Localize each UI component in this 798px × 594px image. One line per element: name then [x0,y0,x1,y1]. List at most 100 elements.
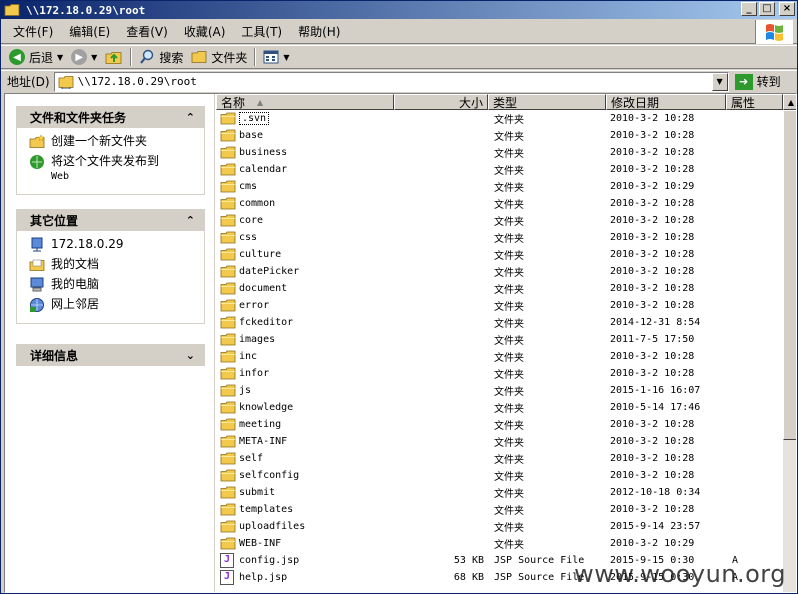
network-folder-icon [58,75,74,89]
place-my-documents[interactable]: 我的文档 [29,257,204,273]
file-row[interactable]: submit 文件夹 2012-10-18 0:34 [216,484,783,501]
chevron-down-icon[interactable]: ▼ [57,53,63,62]
vertical-scrollbar[interactable]: ▲ [783,94,796,592]
place-my-computer[interactable]: 我的电脑 [29,277,204,293]
column-size[interactable]: 大小 [394,94,488,110]
file-row[interactable]: META-INF 文件夹 2010-3-2 10:28 [216,433,783,450]
file-row[interactable]: error 文件夹 2010-3-2 10:28 [216,297,783,314]
file-row[interactable]: WEB-INF 文件夹 2010-3-2 10:29 [216,535,783,552]
task-new-folder[interactable]: 创建一个新文件夹 [29,134,204,150]
file-name: templates [239,504,294,515]
place-network-places[interactable]: 网上邻居 [29,297,204,313]
file-name-cell: config.jsp [216,553,394,568]
file-type: 文件夹 [494,132,524,143]
collapse-icon[interactable]: ⌃ [186,111,195,124]
chevron-down-icon: ▼ [283,52,290,62]
column-header: 名称 ▲ 大小 类型 修改日期 属性 [216,94,783,110]
file-name: uploadfiles [239,521,306,532]
address-dropdown-button[interactable]: ▼ [711,72,728,91]
file-row[interactable]: cms 文件夹 2010-3-2 10:29 [216,178,783,195]
file-name: .svn [239,112,270,125]
file-row[interactable]: .svn 文件夹 2010-3-2 10:28 [216,110,783,127]
file-type: 文件夹 [494,285,524,296]
file-row[interactable]: calendar 文件夹 2010-3-2 10:28 [216,161,783,178]
file-row[interactable]: meeting 文件夹 2010-3-2 10:28 [216,416,783,433]
menu-edit[interactable]: 编辑(E) [61,23,118,40]
file-name: fckeditor [239,317,294,328]
file-name-cell: self [216,452,394,465]
menu-favorites[interactable]: 收藏(A) [176,23,234,40]
column-size-label: 大小 [458,95,483,110]
file-folder-tasks-header[interactable]: 文件和文件夹任务 ⌃ [16,106,205,128]
folders-button[interactable]: 文件夹 [187,46,251,68]
collapse-icon[interactable]: ⌃ [186,214,195,227]
task-publish-web[interactable]: 将这个文件夹发布到 Web [29,154,204,184]
file-row[interactable]: uploadfiles 文件夹 2015-9-14 23:57 [216,518,783,535]
place-network-share[interactable]: 172.18.0.29 [29,237,204,253]
file-row[interactable]: datePicker 文件夹 2010-3-2 10:28 [216,263,783,280]
file-row[interactable]: common 文件夹 2010-3-2 10:28 [216,195,783,212]
file-row[interactable]: templates 文件夹 2010-3-2 10:28 [216,501,783,518]
file-row[interactable]: selfconfig 文件夹 2010-3-2 10:28 [216,467,783,484]
folders-label: 文件夹 [211,50,248,65]
menu-bar: 文件(F) 编辑(E) 查看(V) 收藏(A) 工具(T) 帮助(H) [1,20,797,44]
close-button[interactable]: × [779,2,795,16]
column-type[interactable]: 类型 [488,94,606,110]
other-places-header[interactable]: 其它位置 ⌃ [16,209,205,231]
title-bar[interactable]: \\172.18.0.29\root _ □ × [1,1,797,19]
new-folder-icon [29,134,45,148]
file-row[interactable]: fckeditor 文件夹 2014-12-31 8:54 [216,314,783,331]
file-row[interactable]: self 文件夹 2010-3-2 10:28 [216,450,783,467]
network-places-icon [30,298,44,312]
file-row[interactable]: images 文件夹 2011-7-5 17:50 [216,331,783,348]
address-input[interactable]: \\172.18.0.29\root ▼ [53,71,729,92]
file-row[interactable]: inc 文件夹 2010-3-2 10:28 [216,348,783,365]
toolbar-separator [254,48,257,66]
file-row[interactable]: culture 文件夹 2010-3-2 10:28 [216,246,783,263]
scroll-up-button[interactable]: ▲ [783,94,796,110]
back-button[interactable]: ◀ 后退 ▼ [5,46,67,68]
folder-icon [220,384,236,397]
file-type: 文件夹 [494,200,524,211]
file-row[interactable]: core 文件夹 2010-3-2 10:28 [216,212,783,229]
folder-icon [220,520,236,533]
file-type: 文件夹 [494,217,524,228]
address-label: 地址(D) [7,75,50,89]
chevron-down-icon[interactable]: ▼ [91,53,97,62]
details-header[interactable]: 详细信息 ⌄ [16,344,205,366]
search-button[interactable]: 搜索 [135,46,187,68]
file-row[interactable]: business 文件夹 2010-3-2 10:28 [216,144,783,161]
file-row[interactable]: base 文件夹 2010-3-2 10:28 [216,127,783,144]
menu-tools[interactable]: 工具(T) [233,23,290,40]
chevron-up-icon: ▲ [787,97,795,107]
file-modified: 2010-3-2 10:28 [610,453,695,464]
maximize-button[interactable]: □ [759,2,775,16]
file-row[interactable]: js 文件夹 2015-1-16 16:07 [216,382,783,399]
minimize-button[interactable]: _ [741,2,757,16]
file-row[interactable]: css 文件夹 2010-3-2 10:28 [216,229,783,246]
column-attributes-label: 属性 [731,95,756,110]
views-button[interactable]: ▼ [259,46,293,68]
expand-icon[interactable]: ⌄ [186,349,195,362]
file-name-cell: .svn [216,112,394,125]
file-row[interactable]: document 文件夹 2010-3-2 10:28 [216,280,783,297]
menu-file[interactable]: 文件(F) [5,23,61,40]
file-row[interactable]: knowledge 文件夹 2010-5-14 17:46 [216,399,783,416]
column-name[interactable]: 名称 ▲ [216,94,394,110]
column-name-label: 名称 [221,95,246,110]
menu-view[interactable]: 查看(V) [118,23,176,40]
forward-button[interactable]: ▶ ▼ [67,46,101,68]
file-row[interactable]: infor 文件夹 2010-3-2 10:28 [216,365,783,382]
folder-icon [220,350,236,363]
folder-icon [220,129,236,142]
go-button[interactable]: ➜ 转到 [734,73,781,90]
scroll-thumb[interactable] [783,110,796,440]
column-attributes[interactable]: 属性 [726,94,783,110]
back-label: 后退 [29,50,54,65]
folder-icon [220,282,236,295]
up-folder-button[interactable] [101,46,127,68]
column-modified[interactable]: 修改日期 [606,94,726,110]
menu-help[interactable]: 帮助(H) [290,23,348,40]
file-name-cell: js [216,384,394,397]
file-name: config.jsp [239,555,300,566]
